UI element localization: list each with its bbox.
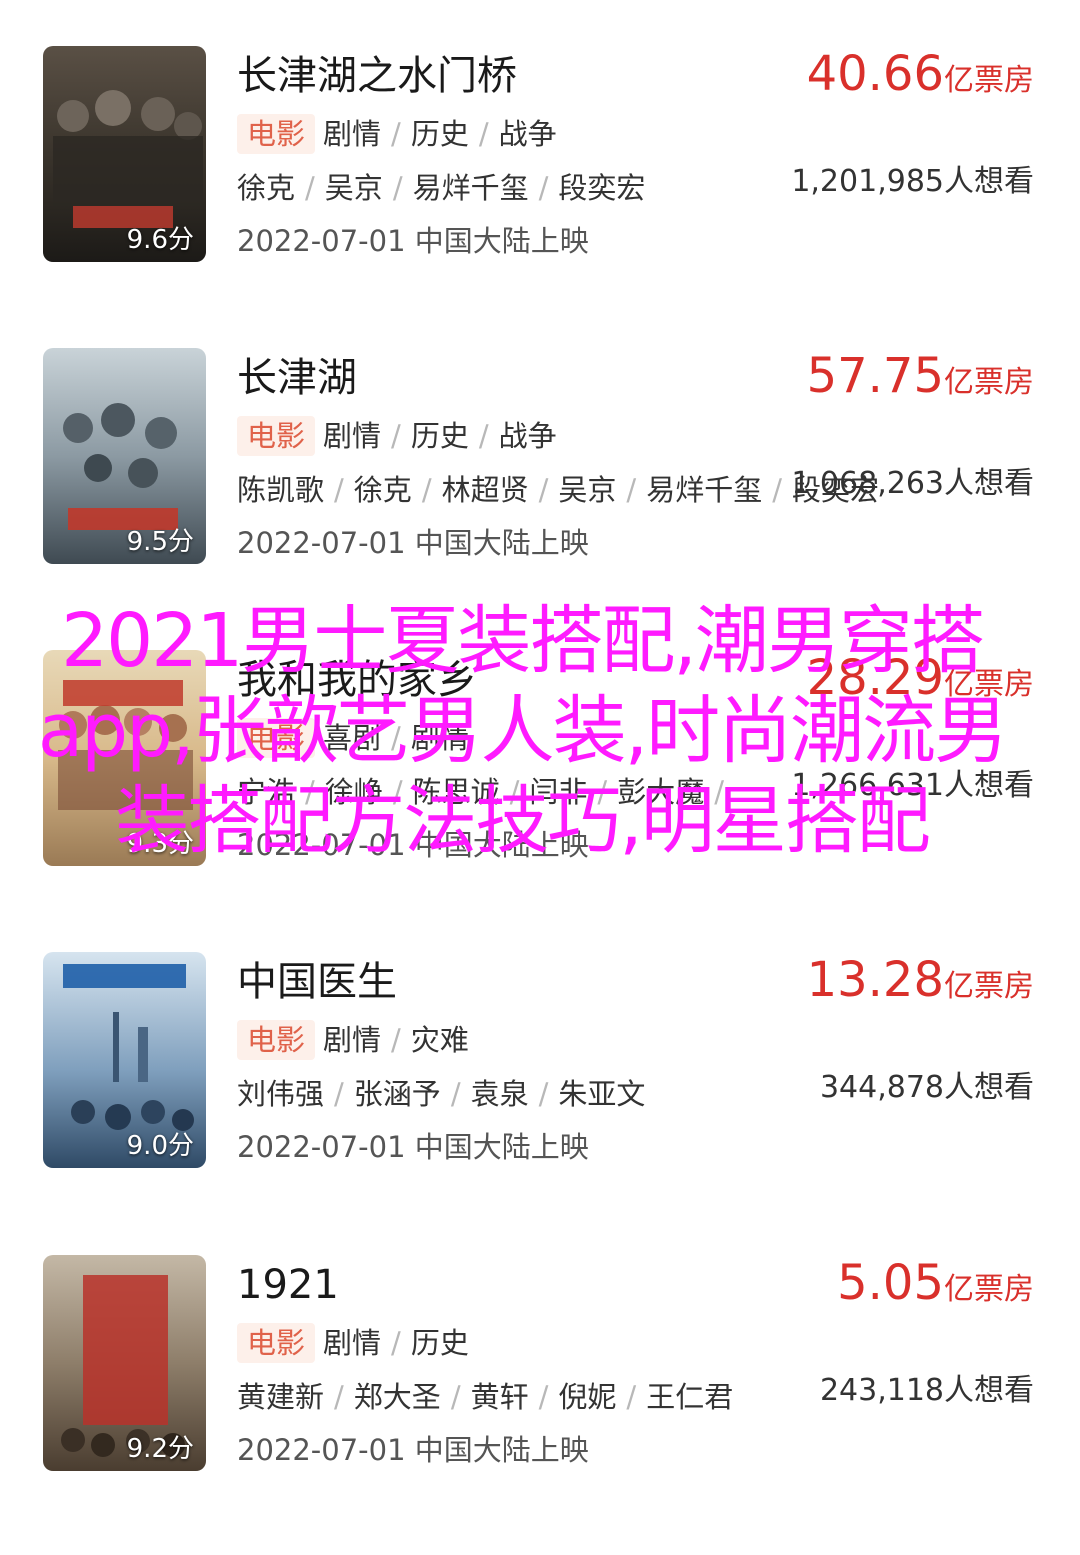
genre: 剧情 — [323, 1023, 382, 1057]
genre: 历史 — [410, 419, 469, 453]
cast-row: 徐克 / 吴京 / 易烊千玺 / 段奕宏 — [237, 168, 645, 208]
genre: 历史 — [410, 117, 469, 151]
movie-title[interactable]: 中国医生 — [237, 956, 397, 1008]
poster-score: 9.5分 — [126, 527, 194, 557]
cast-member: 袁泉 — [470, 1077, 529, 1111]
cast-member: 王仁君 — [646, 1380, 734, 1414]
poster-score: 9.0分 — [126, 1131, 194, 1161]
genre-row: 电影 剧情 / 历史 / 战争 — [237, 114, 557, 154]
box-office-unit: 亿票房 — [944, 969, 1034, 1004]
box-office-value: 13.28 — [806, 952, 944, 1008]
poster-score: 9.6分 — [126, 225, 194, 255]
box-office-unit: 亿票房 — [944, 63, 1034, 98]
box-office-unit: 亿票房 — [944, 365, 1034, 400]
movie-poster[interactable]: 9.2分 — [43, 1255, 206, 1471]
cast-member: 朱亚文 — [558, 1077, 646, 1111]
genre-row: 电影 剧情 / 灾难 — [237, 1020, 469, 1060]
release-info: 2022-07-01 中国大陆上映 — [237, 224, 589, 258]
cast-row: 刘伟强 / 张涵予 / 袁泉 / 朱亚文 — [237, 1074, 645, 1114]
cast-member: 易烊千玺 — [412, 171, 529, 205]
box-office: 40.66亿票房 — [807, 46, 1034, 113]
movie-poster[interactable]: 9.6分 — [43, 46, 206, 262]
cast-member: 黄轩 — [470, 1380, 529, 1414]
cast-member: 段奕宏 — [791, 473, 879, 507]
separator: / — [626, 1380, 637, 1414]
type-tag: 电影 — [237, 1323, 316, 1363]
cast-member: 徐克 — [353, 473, 412, 507]
want-count: 1,201,985人想看 — [791, 164, 1034, 199]
genre: 灾难 — [410, 1023, 469, 1057]
separator: / — [772, 473, 782, 507]
release-info: 2022-07-01 中国大陆上映 — [237, 1130, 589, 1164]
separator: / — [538, 171, 549, 205]
cast-member: 段奕宏 — [558, 171, 646, 205]
cast-member: 刘伟强 — [237, 1077, 325, 1111]
separator: / — [538, 1380, 549, 1414]
genre: 剧情 — [323, 117, 382, 151]
separator: / — [626, 473, 637, 507]
cast-member: 张涵予 — [353, 1077, 441, 1111]
genre: 剧情 — [323, 419, 382, 453]
type-tag: 电影 — [237, 1020, 316, 1060]
cast-member: 林超贤 — [441, 473, 529, 507]
want-count: 243,118人想看 — [819, 1373, 1034, 1408]
cast-member: 徐克 — [237, 171, 296, 205]
cast-member: 吴京 — [324, 171, 383, 205]
box-office-value: 57.75 — [806, 348, 944, 404]
box-office: 5.05亿票房 — [837, 1255, 1034, 1322]
cast-member: 倪妮 — [558, 1380, 617, 1414]
separator: / — [421, 473, 432, 507]
cast-member: 易烊千玺 — [646, 473, 763, 507]
separator: / — [478, 419, 489, 453]
movie-poster[interactable]: 9.0分 — [43, 952, 206, 1168]
separator: / — [391, 419, 401, 453]
movie-item[interactable]: 9.0分 中国医生 13.28亿票房 电影 剧情 / 灾难 344,878人想看 刘伟… — [0, 952, 1080, 1252]
separator: / — [392, 171, 403, 205]
genre-row: 电影 剧情 / 历史 — [237, 1323, 469, 1363]
separator: / — [391, 1326, 401, 1360]
movie-title[interactable]: 1921 — [237, 1259, 339, 1311]
separator: / — [334, 473, 344, 507]
box-office-value: 5.05 — [837, 1255, 944, 1311]
genre-row: 电影 剧情 / 历史 / 战争 — [237, 416, 557, 456]
box-office: 13.28亿票房 — [807, 952, 1034, 1019]
cast-member: 黄建新 — [237, 1380, 325, 1414]
movie-title[interactable]: 长津湖 — [237, 352, 357, 404]
genre: 历史 — [410, 1326, 469, 1360]
genre: 战争 — [498, 419, 557, 453]
separator: / — [391, 1023, 401, 1057]
separator: / — [538, 473, 549, 507]
separator: / — [450, 1077, 461, 1111]
separator: / — [538, 1077, 549, 1111]
separator: / — [478, 117, 489, 151]
type-tag: 电影 — [237, 114, 316, 154]
movie-item[interactable]: 9.2分 1921 5.05亿票房 电影 剧情 / 历史 243,118人想看 黄建新… — [0, 1255, 1080, 1555]
cast-member: 陈凯歌 — [237, 473, 325, 507]
cast-member: 郑大圣 — [353, 1380, 441, 1414]
box-office-unit: 亿票房 — [944, 1272, 1034, 1307]
separator: / — [305, 171, 315, 205]
movie-title[interactable]: 长津湖之水门桥 — [237, 50, 517, 102]
genre: 剧情 — [323, 1326, 382, 1360]
release-info: 2022-07-01 中国大陆上映 — [237, 526, 589, 560]
separator: / — [450, 1380, 461, 1414]
cast-row: 陈凯歌 / 徐克 / 林超贤 / 吴京 / 易烊千玺 / 段奕宏 — [237, 470, 879, 510]
separator: / — [334, 1077, 344, 1111]
box-office-value: 40.66 — [806, 46, 944, 102]
movie-poster[interactable]: 9.5分 — [43, 348, 206, 564]
movie-item[interactable]: 9.6分 长津湖之水门桥 40.66亿票房 电影 剧情 / 历史 / 战争 1,201,9… — [0, 46, 1080, 346]
release-info: 2022-07-01 中国大陆上映 — [237, 1433, 589, 1467]
box-office: 57.75亿票房 — [807, 348, 1034, 415]
separator: / — [391, 117, 401, 151]
cast-row: 黄建新 / 郑大圣 / 黄轩 / 倪妮 / 王仁君 — [237, 1377, 733, 1417]
poster-score: 9.2分 — [126, 1434, 194, 1464]
separator: / — [334, 1380, 344, 1414]
overlay-banner-text: 2021男士夏装搭配,潮男穿搭app,张歆艺男人装,时尚潮流男装搭配方法技巧,明… — [37, 598, 1008, 864]
cast-member: 吴京 — [558, 473, 617, 507]
type-tag: 电影 — [237, 416, 316, 456]
genre: 战争 — [498, 117, 557, 151]
want-count: 344,878人想看 — [819, 1070, 1034, 1105]
